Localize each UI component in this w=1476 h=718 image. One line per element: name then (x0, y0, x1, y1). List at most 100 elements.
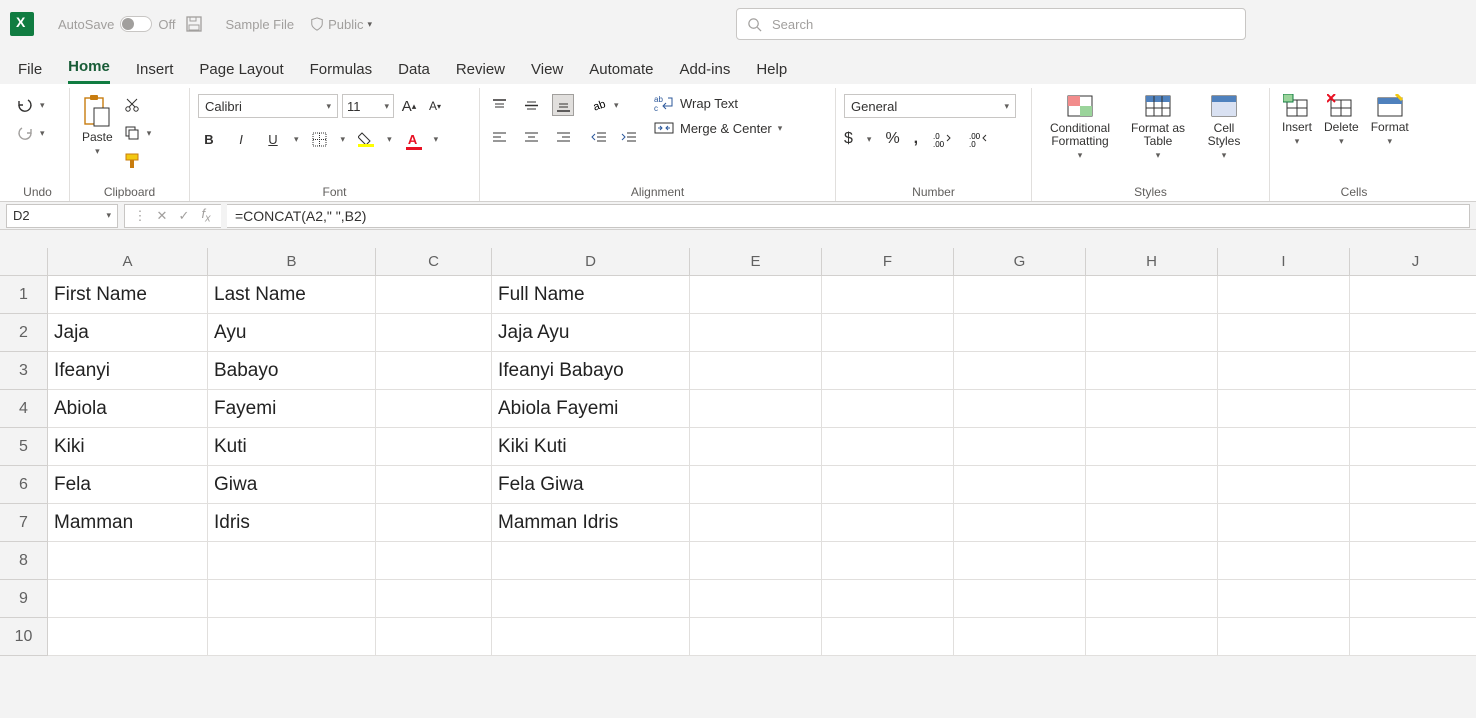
cell-J6[interactable] (1350, 466, 1476, 504)
cell-J4[interactable] (1350, 390, 1476, 428)
cell-D9[interactable] (492, 580, 690, 618)
delete-cells-button[interactable]: Delete▾ (1320, 94, 1363, 147)
cell-B10[interactable] (208, 618, 376, 656)
cell-C3[interactable] (376, 352, 492, 390)
align-center-button[interactable] (520, 126, 542, 148)
format-cells-button[interactable]: Format▾ (1367, 94, 1413, 147)
more-functions-button[interactable]: ⋮ (129, 205, 151, 227)
cell-I3[interactable] (1218, 352, 1350, 390)
orientation-button[interactable]: ab (588, 94, 610, 116)
cell-H6[interactable] (1086, 466, 1218, 504)
cell-I6[interactable] (1218, 466, 1350, 504)
row-header-6[interactable]: 6 (0, 466, 48, 504)
bold-button[interactable]: B (198, 128, 220, 150)
comma-button[interactable]: , (914, 130, 918, 148)
align-top-button[interactable] (488, 94, 510, 116)
row-header-3[interactable]: 3 (0, 352, 48, 390)
cell-D5[interactable]: Kiki Kuti (492, 428, 690, 466)
cell-I8[interactable] (1218, 542, 1350, 580)
fx-icon[interactable]: fx (195, 205, 217, 227)
cell-J5[interactable] (1350, 428, 1476, 466)
tab-review[interactable]: Review (456, 61, 505, 84)
cell-B3[interactable]: Babayo (208, 352, 376, 390)
cell-G7[interactable] (954, 504, 1086, 542)
cell-D10[interactable] (492, 618, 690, 656)
column-header-C[interactable]: C (376, 248, 492, 276)
cell-F7[interactable] (822, 504, 954, 542)
decrease-font-button[interactable]: A▾ (424, 95, 446, 117)
cell-H8[interactable] (1086, 542, 1218, 580)
number-format-select[interactable]: General▾ (844, 94, 1016, 118)
toggle-switch[interactable] (120, 16, 152, 32)
chevron-down-icon[interactable]: ▾ (40, 128, 45, 139)
row-header-4[interactable]: 4 (0, 390, 48, 428)
align-middle-button[interactable] (520, 94, 542, 116)
cell-C8[interactable] (376, 542, 492, 580)
tab-home[interactable]: Home (68, 58, 110, 84)
insert-cells-button[interactable]: Insert▾ (1278, 94, 1316, 147)
cell-G6[interactable] (954, 466, 1086, 504)
cell-C1[interactable] (376, 276, 492, 314)
cell-F8[interactable] (822, 542, 954, 580)
column-header-D[interactable]: D (492, 248, 690, 276)
search-input[interactable]: Search (736, 8, 1246, 40)
decrease-decimal-button[interactable]: .00.0 (968, 128, 990, 150)
cut-button[interactable] (121, 94, 143, 116)
cell-D4[interactable]: Abiola Fayemi (492, 390, 690, 428)
cell-F10[interactable] (822, 618, 954, 656)
spreadsheet-grid[interactable]: 12345678910 ABCDEFGHIJ First NameLast Na… (0, 248, 1476, 656)
cell-E1[interactable] (690, 276, 822, 314)
cell-G1[interactable] (954, 276, 1086, 314)
column-header-F[interactable]: F (822, 248, 954, 276)
cell-A10[interactable] (48, 618, 208, 656)
cell-E5[interactable] (690, 428, 822, 466)
cell-F1[interactable] (822, 276, 954, 314)
decrease-indent-button[interactable] (588, 126, 610, 148)
cell-D8[interactable] (492, 542, 690, 580)
align-bottom-button[interactable] (552, 94, 574, 116)
cell-C9[interactable] (376, 580, 492, 618)
cell-F3[interactable] (822, 352, 954, 390)
cell-H3[interactable] (1086, 352, 1218, 390)
tab-addins[interactable]: Add-ins (679, 61, 730, 84)
currency-button[interactable]: $ (844, 130, 853, 148)
cell-A4[interactable]: Abiola (48, 390, 208, 428)
row-header-7[interactable]: 7 (0, 504, 48, 542)
cell-A1[interactable]: First Name (48, 276, 208, 314)
cell-E6[interactable] (690, 466, 822, 504)
tab-page-layout[interactable]: Page Layout (199, 61, 283, 84)
cell-D7[interactable]: Mamman Idris (492, 504, 690, 542)
cell-I9[interactable] (1218, 580, 1350, 618)
increase-font-button[interactable]: A▴ (398, 95, 420, 117)
cell-F2[interactable] (822, 314, 954, 352)
cell-J9[interactable] (1350, 580, 1476, 618)
row-header-8[interactable]: 8 (0, 542, 48, 580)
tab-view[interactable]: View (531, 61, 563, 84)
cell-A5[interactable]: Kiki (48, 428, 208, 466)
cell-D1[interactable]: Full Name (492, 276, 690, 314)
cell-G3[interactable] (954, 352, 1086, 390)
row-header-9[interactable]: 9 (0, 580, 48, 618)
cell-C5[interactable] (376, 428, 492, 466)
font-name-input[interactable]: Calibri▾ (198, 94, 338, 118)
conditional-formatting-button[interactable]: Conditional Formatting▾ (1040, 94, 1120, 161)
cell-F5[interactable] (822, 428, 954, 466)
cancel-formula-button[interactable]: ✕ (151, 205, 173, 227)
italic-button[interactable]: I (230, 128, 252, 150)
column-header-B[interactable]: B (208, 248, 376, 276)
cell-C6[interactable] (376, 466, 492, 504)
cell-I5[interactable] (1218, 428, 1350, 466)
tab-automate[interactable]: Automate (589, 61, 653, 84)
cell-E4[interactable] (690, 390, 822, 428)
cell-B5[interactable]: Kuti (208, 428, 376, 466)
cell-G2[interactable] (954, 314, 1086, 352)
privacy-label[interactable]: Public ▾ (310, 17, 372, 32)
tab-data[interactable]: Data (398, 61, 430, 84)
chevron-down-icon[interactable]: ▾ (40, 100, 45, 111)
underline-button[interactable]: U (262, 128, 284, 150)
cell-G9[interactable] (954, 580, 1086, 618)
cell-styles-button[interactable]: Cell Styles▾ (1196, 94, 1252, 161)
cell-J7[interactable] (1350, 504, 1476, 542)
formula-input[interactable]: =CONCAT(A2," ",B2) (227, 204, 1470, 228)
enter-formula-button[interactable]: ✓ (173, 205, 195, 227)
